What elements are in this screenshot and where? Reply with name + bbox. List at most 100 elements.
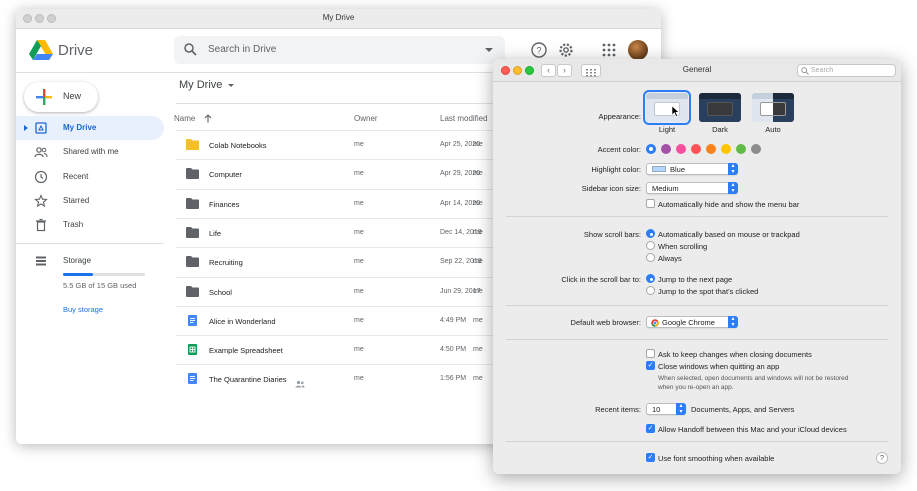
chevron-down-icon[interactable] xyxy=(228,83,235,87)
file-modified-by: me xyxy=(473,141,483,148)
column-header-owner[interactable]: Owner xyxy=(354,114,378,123)
sidebar-item-shared[interactable]: Shared with me xyxy=(16,140,164,164)
spreadsheet-icon xyxy=(188,344,197,356)
folder-icon xyxy=(186,139,199,150)
file-name: Example Spreadsheet xyxy=(209,346,283,356)
search-icon[interactable] xyxy=(184,43,197,56)
file-owner: me xyxy=(354,287,364,295)
sidebar-item-storage[interactable]: Storage xyxy=(16,249,164,273)
drive-window-title: My Drive xyxy=(322,13,355,22)
file-name: Colab Notebooks xyxy=(209,141,267,150)
prefs-search-input[interactable]: Search xyxy=(811,67,833,74)
account-avatar[interactable] xyxy=(628,40,648,60)
sort-arrow-up-icon[interactable] xyxy=(204,114,212,123)
sidebar-icon-size-value: Medium xyxy=(652,184,679,193)
accent-color-swatch[interactable] xyxy=(736,144,746,154)
prefs-titlebar: ‹ › General Search xyxy=(493,59,901,82)
mouse-cursor-icon xyxy=(672,106,680,117)
thumb-menubar xyxy=(646,93,688,99)
highlight-color-popup[interactable]: Blue ▴ ▾ xyxy=(646,163,738,175)
jump-to-spot-radio[interactable] xyxy=(646,286,655,295)
help-button[interactable]: ? xyxy=(876,452,888,464)
search-box[interactable]: Search in Drive xyxy=(174,36,505,64)
expand-arrow-icon[interactable] xyxy=(24,125,28,131)
drive-sidebar: New My Drive Shared with me Recent Starr… xyxy=(16,73,176,444)
file-owner: me xyxy=(354,375,364,383)
thumb-menubar xyxy=(699,93,741,99)
buy-storage-link[interactable]: Buy storage xyxy=(63,305,103,314)
scroll-when-scrolling-radio[interactable] xyxy=(646,241,655,250)
file-owner: me xyxy=(354,258,364,266)
file-modified-by: me xyxy=(473,258,483,266)
close-windows-note-line-2: when you re-open an app. xyxy=(658,383,734,391)
appearance-dark-option[interactable] xyxy=(699,93,741,122)
font-smoothing-label: Use font smoothing when available xyxy=(658,454,775,463)
sidebar-icon-size-popup[interactable]: Medium ▴ ▾ xyxy=(646,182,738,194)
show-scroll-bars-label: Show scroll bars: xyxy=(583,230,641,239)
file-owner: me xyxy=(354,141,364,148)
appearance-light-option[interactable] xyxy=(643,90,691,125)
accent-color-swatch[interactable] xyxy=(691,144,701,154)
settings-gear-icon[interactable] xyxy=(557,41,575,59)
accent-color-swatch[interactable] xyxy=(646,144,656,154)
jump-next-page-radio[interactable] xyxy=(646,274,655,283)
accent-color-swatch[interactable] xyxy=(661,144,671,154)
storage-label: Storage xyxy=(63,256,92,265)
thumb-window xyxy=(707,102,733,116)
updown-chevron-icon: ▴ ▾ xyxy=(728,163,738,175)
accent-color-swatch[interactable] xyxy=(706,144,716,154)
close-windows-note: When selected, open documents and window… xyxy=(658,375,848,392)
column-header-modified[interactable]: Last modified xyxy=(440,114,488,123)
scroll-when-scrolling-label: When scrolling xyxy=(658,242,708,251)
prefs-search-field[interactable]: Search xyxy=(797,64,896,77)
system-preferences-window: ‹ › General Search Appearance: Light Dar… xyxy=(493,59,901,474)
sidebar-item-label: Recent xyxy=(63,172,89,181)
auto-hide-menubar-checkbox[interactable] xyxy=(646,199,655,208)
new-button[interactable]: New xyxy=(24,82,98,112)
drive-logo-icon xyxy=(29,40,53,60)
sidebar-item-recent[interactable]: Recent xyxy=(16,165,164,189)
ask-keep-changes-checkbox[interactable] xyxy=(646,349,655,358)
document-icon xyxy=(188,373,197,385)
accent-color-swatch[interactable] xyxy=(721,144,731,154)
column-header-name-label: Name xyxy=(174,114,196,123)
folder-icon xyxy=(186,226,199,238)
scroll-auto-radio[interactable] xyxy=(646,229,655,238)
accent-color-swatch[interactable] xyxy=(676,144,686,154)
appearance-label: Appearance: xyxy=(598,112,641,121)
help-icon[interactable]: ? xyxy=(530,41,548,59)
accent-color-swatch[interactable] xyxy=(751,144,761,154)
breadcrumb[interactable]: My Drive xyxy=(179,79,235,91)
file-name: Computer xyxy=(209,170,242,180)
folder-icon xyxy=(186,197,199,209)
file-owner: me xyxy=(354,346,364,354)
close-windows-checkbox[interactable]: ✓ xyxy=(646,361,655,370)
file-modified: 4:50 PM xyxy=(440,346,467,354)
file-modified-by: me xyxy=(473,228,483,236)
sidebar-item-starred[interactable]: Starred xyxy=(16,189,164,213)
sidebar-item-trash[interactable]: Trash xyxy=(16,213,164,237)
default-browser-popup[interactable]: Google Chrome ▴ ▾ xyxy=(646,316,738,328)
file-owner: me xyxy=(354,228,364,236)
section-divider xyxy=(506,216,888,217)
trash-icon xyxy=(36,218,46,232)
column-header-name[interactable]: Name xyxy=(174,114,212,123)
sidebar-item-label: Shared with me xyxy=(63,147,119,156)
scroll-always-radio[interactable] xyxy=(646,253,655,262)
apps-grid-icon[interactable] xyxy=(600,41,618,59)
appearance-auto-option[interactable] xyxy=(752,93,794,122)
font-smoothing-checkbox[interactable]: ✓ xyxy=(646,453,655,462)
search-options-icon[interactable] xyxy=(485,48,493,52)
file-name: Life xyxy=(209,228,222,238)
handoff-label: Allow Handoff between this Mac and your … xyxy=(658,425,847,434)
file-owner: me xyxy=(354,199,364,207)
thumb-window xyxy=(760,102,786,116)
handoff-checkbox[interactable]: ✓ xyxy=(646,424,655,433)
file-modified-by: me xyxy=(473,170,483,178)
recent-items-popup[interactable]: 10 ▴ ▾ xyxy=(646,403,686,415)
chrome-icon xyxy=(651,318,659,327)
sidebar-item-my-drive[interactable]: My Drive xyxy=(16,116,164,140)
file-name: Recruiting xyxy=(209,258,243,268)
search-input[interactable]: Search in Drive xyxy=(208,44,276,55)
file-modified: 4:49 PM xyxy=(440,316,467,324)
